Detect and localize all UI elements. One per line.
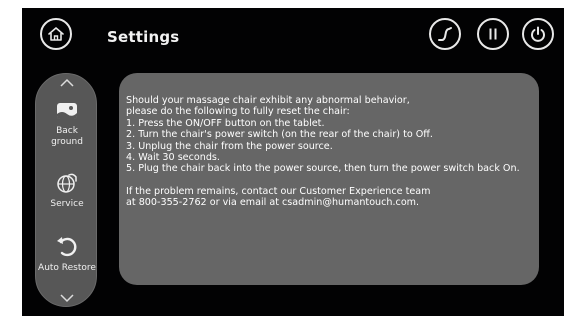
sidebar-item-service[interactable]: Service bbox=[36, 172, 98, 210]
stretch-button[interactable] bbox=[429, 18, 461, 50]
instruction-line: 4. Wait 30 seconds. bbox=[126, 152, 220, 164]
chevron-up-icon[interactable] bbox=[59, 78, 75, 88]
page-title: Settings bbox=[107, 28, 180, 46]
power-button[interactable] bbox=[522, 18, 554, 50]
power-icon bbox=[531, 26, 545, 42]
chevron-down-icon[interactable] bbox=[59, 293, 75, 303]
contact-line: If the problem remains, contact our Cust… bbox=[126, 185, 431, 197]
instruction-line: 2. Turn the chair's power switch (on the… bbox=[126, 129, 433, 141]
reset-instructions-panel: Should your massage chair exhibit any ab… bbox=[119, 73, 539, 285]
instruction-line: 5. Plug the chair back into the power so… bbox=[126, 163, 520, 175]
home-icon bbox=[48, 27, 64, 41]
instruction-line: please do the following to fully reset t… bbox=[126, 106, 350, 118]
home-button[interactable] bbox=[40, 18, 72, 50]
service-globe-icon bbox=[57, 173, 77, 193]
sidebar-item-background[interactable]: Back ground bbox=[36, 102, 98, 148]
sidebar-nav: Back ground Service Auto Restore bbox=[35, 73, 97, 307]
sidebar-item-label: Auto Restore bbox=[38, 263, 96, 273]
stretch-icon bbox=[438, 27, 452, 41]
tablet-screen: Settings Back ground Service Auto Restor… bbox=[22, 8, 564, 316]
auto-restore-icon bbox=[57, 237, 77, 257]
pause-button[interactable] bbox=[477, 18, 509, 50]
instruction-line: 3. Unplug the chair from the power sourc… bbox=[126, 140, 333, 152]
pause-icon bbox=[489, 28, 497, 40]
instruction-line: 1. Press the ON/OFF button on the tablet… bbox=[126, 117, 325, 129]
instruction-line: Should your massage chair exhibit any ab… bbox=[126, 95, 410, 106]
sidebar-item-label: Back ground bbox=[51, 126, 83, 147]
contact-line: at 800-355-2762 or via email at csadmin@… bbox=[126, 197, 420, 209]
background-icon bbox=[57, 103, 77, 119]
sidebar-item-auto-restore[interactable]: Auto Restore bbox=[36, 234, 98, 274]
sidebar-item-label: Service bbox=[50, 199, 84, 209]
